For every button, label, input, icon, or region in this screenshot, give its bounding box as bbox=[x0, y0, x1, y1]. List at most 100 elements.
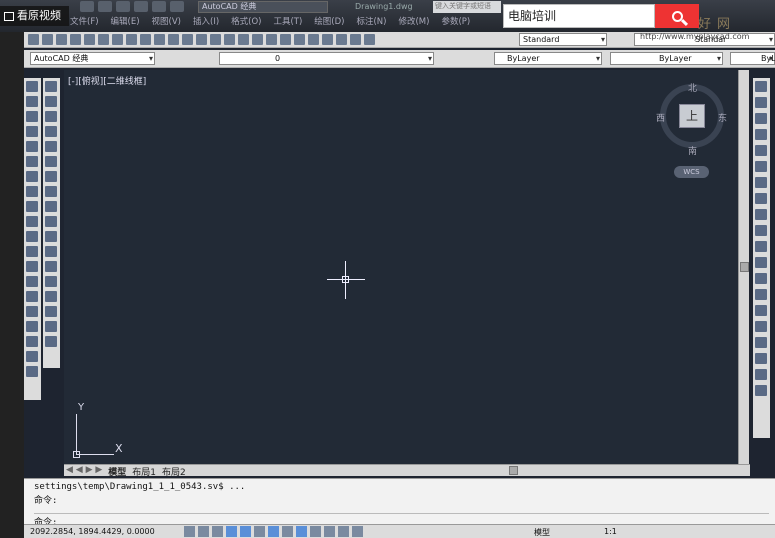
zoom-previous-icon[interactable] bbox=[266, 34, 277, 45]
quick-properties-icon[interactable] bbox=[338, 526, 349, 537]
fillet-icon[interactable] bbox=[45, 306, 57, 317]
viewcube-top-face[interactable]: 上 bbox=[679, 104, 705, 128]
redo-icon[interactable] bbox=[210, 34, 221, 45]
spline-icon[interactable] bbox=[26, 201, 38, 212]
rectangle-icon[interactable] bbox=[26, 141, 38, 152]
tab-model[interactable]: 模型 bbox=[108, 465, 127, 479]
construction-line-icon[interactable] bbox=[26, 96, 38, 107]
line-icon[interactable] bbox=[26, 81, 38, 92]
view-original-video-button[interactable]: 看原视频 bbox=[0, 6, 69, 26]
gradient-icon[interactable] bbox=[26, 306, 38, 317]
tool-palettes-icon[interactable] bbox=[308, 34, 319, 45]
dimension-text-edit-icon[interactable] bbox=[755, 369, 767, 380]
save-icon[interactable] bbox=[56, 34, 67, 45]
extend-icon[interactable] bbox=[45, 231, 57, 242]
model-space-button[interactable]: 模型 bbox=[534, 527, 550, 538]
command-window[interactable]: settings\temp\Drawing1_1_1_0543.sv$ ... … bbox=[24, 478, 775, 528]
undo-icon[interactable] bbox=[196, 34, 207, 45]
selection-cycling-icon[interactable] bbox=[352, 526, 363, 537]
vertical-scrollbar[interactable] bbox=[738, 70, 749, 466]
markup-icon[interactable] bbox=[336, 34, 347, 45]
dimension-update-icon[interactable] bbox=[755, 385, 767, 396]
dynamic-ucs-icon[interactable] bbox=[282, 526, 293, 537]
lineweight-icon[interactable] bbox=[310, 526, 321, 537]
break-icon[interactable] bbox=[45, 261, 57, 272]
layer-combo[interactable]: 0 bbox=[219, 52, 434, 65]
hatch-icon[interactable] bbox=[26, 291, 38, 302]
explode-icon[interactable] bbox=[45, 336, 57, 347]
save-icon[interactable] bbox=[116, 1, 130, 12]
region-icon[interactable] bbox=[26, 321, 38, 332]
help-search-input[interactable]: 键入关键字或短语 bbox=[433, 1, 501, 13]
pan-icon[interactable] bbox=[224, 34, 235, 45]
compass-south[interactable]: 南 bbox=[688, 144, 697, 157]
wcs-menu[interactable]: WCS bbox=[674, 166, 709, 178]
angular-icon[interactable] bbox=[755, 193, 767, 204]
circle-icon[interactable] bbox=[26, 171, 38, 182]
dimension-break-icon[interactable] bbox=[755, 273, 767, 284]
rotate-icon[interactable] bbox=[45, 171, 57, 182]
search-input[interactable]: 电脑培训 bbox=[503, 4, 655, 28]
object-snap-tracking-icon[interactable] bbox=[268, 526, 279, 537]
cut-icon[interactable] bbox=[126, 34, 137, 45]
tab-nav-arrows[interactable]: ◀ ◀ ▶ ▶ bbox=[66, 465, 102, 479]
radius-icon[interactable] bbox=[755, 145, 767, 156]
new-icon[interactable] bbox=[28, 34, 39, 45]
object-snap-icon[interactable] bbox=[240, 526, 251, 537]
preview-icon[interactable] bbox=[84, 34, 95, 45]
new-file-icon[interactable] bbox=[80, 1, 94, 12]
dimension-space-icon[interactable] bbox=[755, 257, 767, 268]
ellipse-icon[interactable] bbox=[26, 216, 38, 227]
menu-modify[interactable]: 修改(M) bbox=[398, 15, 429, 29]
snap-mode-icon[interactable] bbox=[184, 526, 195, 537]
menu-edit[interactable]: 编辑(E) bbox=[111, 15, 140, 29]
offset-icon[interactable] bbox=[45, 126, 57, 137]
compass-east[interactable]: 东 bbox=[718, 111, 727, 124]
jogged-linear-icon[interactable] bbox=[755, 337, 767, 348]
horizontal-scrollbar[interactable]: ◀ ◀ ▶ ▶ 模型 布局1 布局2 bbox=[64, 464, 750, 479]
menu-format[interactable]: 格式(O) bbox=[231, 15, 261, 29]
copy-object-icon[interactable] bbox=[45, 96, 57, 107]
erase-icon[interactable] bbox=[45, 81, 57, 92]
jogged-icon[interactable] bbox=[755, 161, 767, 172]
viewport-label[interactable]: [-][俯视][二维线框] bbox=[68, 74, 146, 87]
print-icon[interactable] bbox=[70, 34, 81, 45]
menu-tools[interactable]: 工具(T) bbox=[273, 15, 302, 29]
sheet-set-icon[interactable] bbox=[322, 34, 333, 45]
insert-block-icon[interactable] bbox=[26, 246, 38, 257]
ellipse-arc-icon[interactable] bbox=[26, 231, 38, 242]
calculator-icon[interactable] bbox=[350, 34, 361, 45]
make-block-icon[interactable] bbox=[26, 261, 38, 272]
compass-west[interactable]: 西 bbox=[656, 111, 665, 124]
publish-icon[interactable] bbox=[98, 34, 109, 45]
menu-view[interactable]: 视图(V) bbox=[152, 15, 181, 29]
polygon-icon[interactable] bbox=[26, 126, 38, 137]
menu-dimension[interactable]: 标注(N) bbox=[356, 15, 386, 29]
design-center-icon[interactable] bbox=[294, 34, 305, 45]
array-icon[interactable] bbox=[45, 141, 57, 152]
drawing-canvas[interactable]: [-][俯视][二维线框] bbox=[64, 70, 738, 464]
chamfer-icon[interactable] bbox=[45, 291, 57, 302]
3d-osnap-icon[interactable] bbox=[254, 526, 265, 537]
tolerance-icon[interactable] bbox=[755, 289, 767, 300]
arc-length-icon[interactable] bbox=[755, 113, 767, 124]
lineweight-combo[interactable]: ByL bbox=[730, 52, 775, 65]
print-icon[interactable] bbox=[134, 1, 148, 12]
point-icon[interactable] bbox=[26, 276, 38, 287]
block-editor-icon[interactable] bbox=[182, 34, 193, 45]
continue-icon[interactable] bbox=[755, 241, 767, 252]
move-icon[interactable] bbox=[45, 156, 57, 167]
break-at-point-icon[interactable] bbox=[45, 246, 57, 257]
ortho-mode-icon[interactable] bbox=[212, 526, 223, 537]
help-icon[interactable] bbox=[364, 34, 375, 45]
polyline-icon[interactable] bbox=[26, 111, 38, 122]
open-icon[interactable] bbox=[42, 34, 53, 45]
zoom-window-icon[interactable] bbox=[252, 34, 263, 45]
inspection-icon[interactable] bbox=[755, 321, 767, 332]
quick-dimension-icon[interactable] bbox=[755, 209, 767, 220]
linetype-combo[interactable]: ByLayer bbox=[610, 52, 723, 65]
undo-icon[interactable] bbox=[152, 1, 166, 12]
annotation-scale[interactable]: 1:1 bbox=[604, 527, 617, 536]
paste-icon[interactable] bbox=[154, 34, 165, 45]
scale-icon[interactable] bbox=[45, 186, 57, 197]
